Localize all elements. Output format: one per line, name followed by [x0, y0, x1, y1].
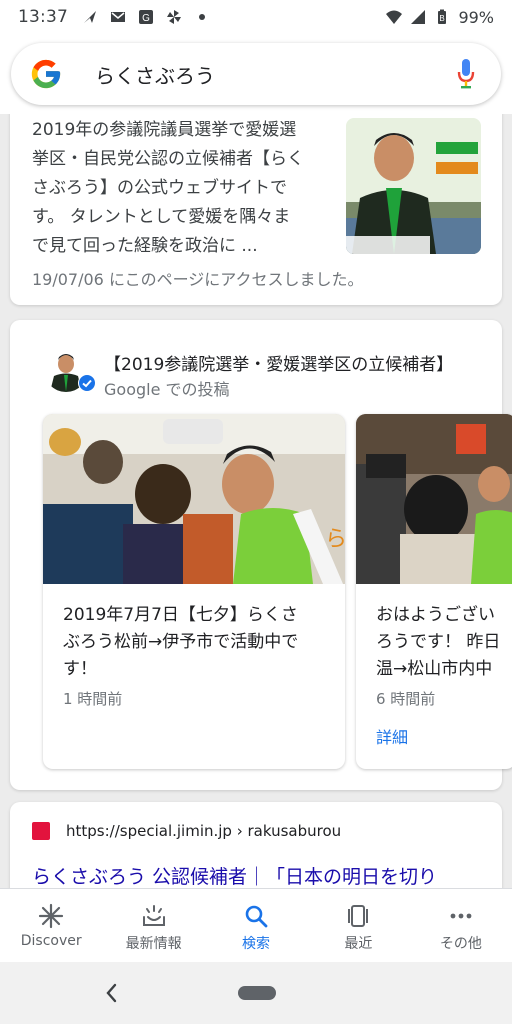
dot-icon — [199, 14, 205, 20]
pinwheel-icon — [167, 10, 181, 24]
result-title-link[interactable]: らくさぶろう 公認候補者｜「日本の明日を切り — [32, 862, 437, 888]
nav-more[interactable]: その他 — [410, 889, 512, 962]
snippet-line: 2019年の参議院議員選挙で愛媛選 — [32, 120, 297, 140]
system-navigation-bar — [0, 962, 512, 1024]
battery-percent: 99% — [458, 7, 494, 27]
more-icon — [450, 913, 472, 919]
svg-text:G: G — [142, 13, 150, 24]
site-favicon-icon — [32, 822, 50, 840]
result-url[interactable]: https://special.jimin.jp › rakusaburou — [66, 822, 341, 840]
signal-icon — [411, 10, 426, 24]
battery-icon: B — [438, 9, 447, 24]
nav-label: Discover — [20, 933, 82, 949]
posts-title: 【2019参議院選挙・愛媛選挙区の立候補者】 — [104, 355, 454, 375]
post-timestamp: 1 時間前 — [63, 690, 123, 708]
search-query[interactable]: らくさぶろう — [95, 60, 215, 89]
snippet-line: す。 タレントとして愛媛を隅々ま — [32, 207, 291, 227]
status-time: 13:37 — [18, 7, 68, 27]
recent-icon — [348, 905, 369, 927]
back-chevron-icon[interactable] — [100, 980, 122, 1006]
result-card-jimin[interactable]: https://special.jimin.jp › rakusaburou ら… — [10, 802, 502, 888]
nav-updates[interactable]: 最新情報 — [102, 889, 204, 962]
post-text: 2019年7月7日【七夕】らくさ ぶろう松前→伊予市で活動中で す！ — [63, 602, 333, 683]
post-text-line: ろうです！ 昨日 — [376, 632, 501, 652]
microphone-icon[interactable] — [457, 59, 475, 89]
google-news-icon: G — [139, 10, 153, 24]
updates-icon — [142, 905, 165, 926]
notification-icons: G — [82, 9, 210, 25]
google-logo-icon[interactable] — [29, 57, 63, 91]
post-image — [356, 414, 512, 584]
snippet-line: さぶろう】の公式ウェブサイトで — [32, 178, 287, 198]
result-site-row[interactable]: https://special.jimin.jp › rakusaburou — [32, 822, 341, 840]
snippet-line: で見て回った経験を政治に ... — [32, 236, 258, 256]
result-snippet: 2019年の参議院議員選挙で愛媛選 挙区・自民党公認の立候補者【らく さぶろう】… — [32, 116, 332, 261]
status-bar: 13:37 G B 99% — [0, 0, 512, 34]
search-results[interactable]: 2019年の参議院議員選挙で愛媛選 挙区・自民党公認の立候補者【らく さぶろう】… — [0, 114, 512, 888]
nav-label: 検索 — [242, 936, 271, 952]
nav-label: 最近 — [344, 936, 373, 952]
nav-label: その他 — [439, 936, 482, 952]
post-details-link[interactable]: 詳細 — [376, 724, 408, 748]
post-text-line: す！ — [63, 659, 97, 679]
verified-badge-icon — [78, 374, 96, 392]
nav-recent[interactable]: 最近 — [307, 889, 409, 962]
post-text-line: 2019年7月7日【七夕】らくさ — [63, 605, 298, 625]
bottom-navigation: Discover 最新情報 検索 最近 その他 — [0, 888, 512, 962]
wifi-icon — [386, 10, 403, 24]
nav-search[interactable]: 検索 — [205, 889, 307, 962]
visited-note: 19/07/06 にこのページにアクセスしました。 — [32, 270, 364, 289]
home-pill-button[interactable] — [238, 986, 276, 1000]
gmail-icon — [111, 12, 125, 22]
post-text: おはようござい ろうです！ 昨日 温→松山市内中 — [376, 602, 512, 683]
post-text-line: ぶろう松前→伊予市で活動中で — [63, 632, 299, 652]
posts-subtitle: Google での投稿 — [104, 380, 230, 399]
svg-text:ら: ら — [325, 527, 345, 552]
result-card-official-site[interactable]: 2019年の参議院議員選挙で愛媛選 挙区・自民党公認の立候補者【らく さぶろう】… — [10, 114, 502, 305]
snippet-line: 挙区・自民党公認の立候補者【らく — [32, 149, 304, 169]
nav-label: 最新情報 — [125, 936, 182, 952]
post-item[interactable]: ら 2019年7月7日【七夕】らくさ ぶろう松前→伊予市で活動中で す！ 1 時… — [43, 414, 345, 769]
search-bar[interactable]: らくさぶろう — [11, 43, 501, 105]
search-header: らくさぶろう — [0, 34, 512, 114]
post-timestamp: 6 時間前 — [376, 690, 436, 708]
svg-text:B: B — [440, 14, 445, 23]
post-image: ら — [43, 414, 345, 584]
asterisk-icon — [39, 903, 64, 929]
google-posts-card: 【2019参議院選挙・愛媛選挙区の立候補者】 Google での投稿 ら 201… — [10, 320, 512, 790]
post-header[interactable]: 【2019参議院選挙・愛媛選挙区の立候補者】 Google での投稿 — [44, 348, 453, 399]
nav-discover[interactable]: Discover — [0, 889, 102, 962]
post-text-line: おはようござい — [376, 605, 495, 625]
send-icon — [84, 11, 96, 23]
avatar[interactable] — [44, 348, 96, 394]
post-text-line: 温→松山市内中 — [376, 659, 493, 679]
search-icon — [245, 905, 268, 928]
post-item[interactable]: おはようござい ろうです！ 昨日 温→松山市内中 6 時間前 詳細 — [356, 414, 512, 769]
result-thumbnail-image[interactable] — [346, 118, 481, 254]
